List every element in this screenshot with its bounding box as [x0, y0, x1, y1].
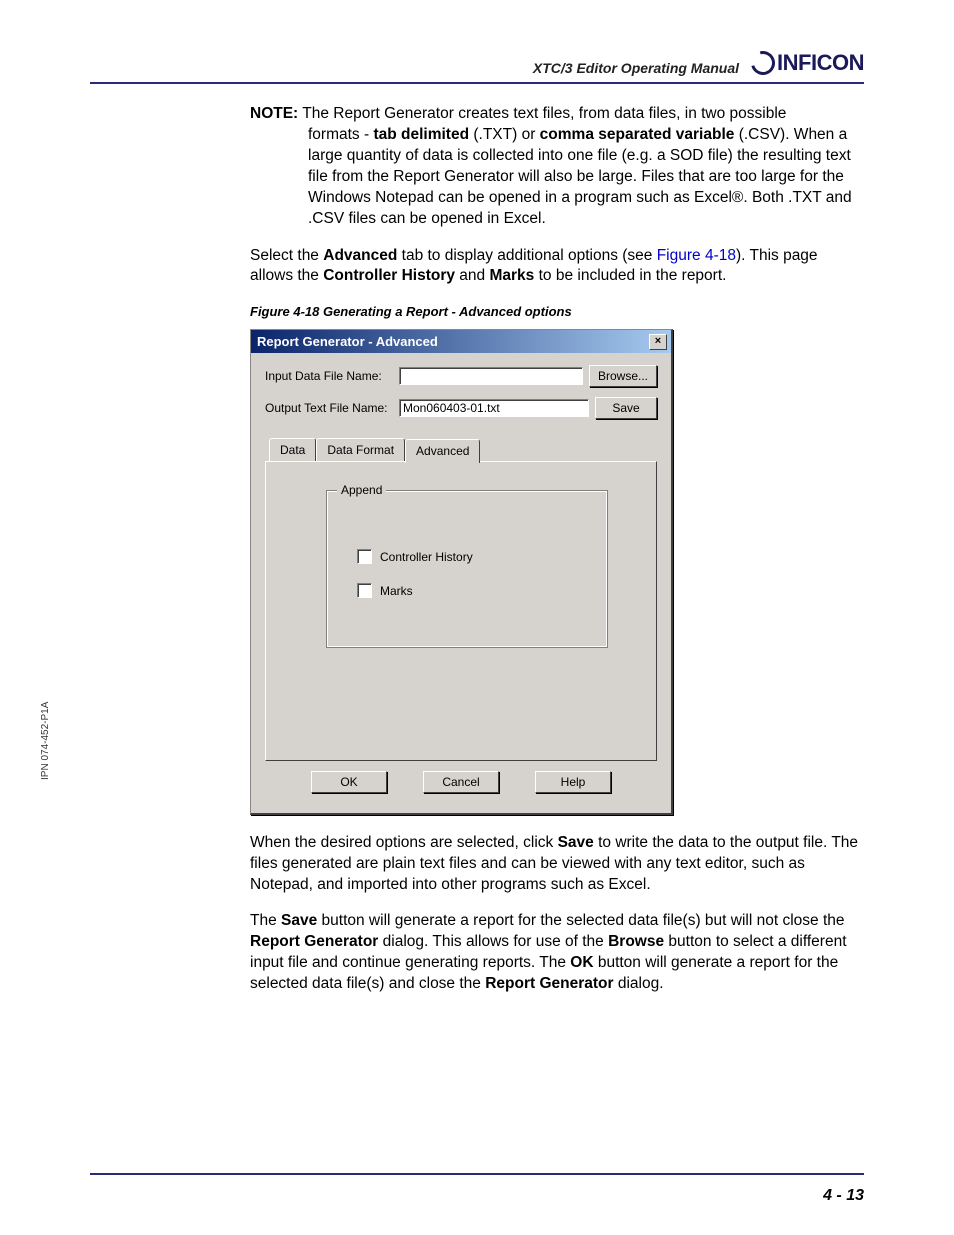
close-icon[interactable]: ×	[649, 334, 667, 350]
tab-data[interactable]: Data	[269, 438, 316, 461]
logo-swirl-icon	[747, 47, 780, 80]
browse-button[interactable]: Browse...	[589, 365, 657, 387]
tab-data-format[interactable]: Data Format	[316, 438, 405, 461]
text: to be included in the report.	[534, 267, 726, 284]
bold: Browse	[608, 933, 664, 950]
marks-label: Marks	[380, 583, 413, 599]
paragraph-save-ok: The Save button will generate a report f…	[250, 911, 864, 995]
tab-strip: Data Data Format Advanced	[269, 437, 657, 460]
bold-advanced: Advanced	[323, 247, 397, 264]
dialog-title: Report Generator - Advanced	[257, 333, 438, 351]
input-file-field[interactable]	[399, 367, 583, 385]
report-generator-dialog: Report Generator - Advanced × Input Data…	[250, 329, 673, 815]
bold: Report Generator	[250, 933, 378, 950]
text: The	[250, 912, 281, 929]
input-file-label: Input Data File Name:	[265, 368, 393, 384]
output-file-field[interactable]	[399, 399, 589, 417]
ok-button[interactable]: OK	[311, 771, 387, 793]
bold: Save	[281, 912, 317, 929]
figure-link[interactable]: Figure 4-18	[657, 247, 736, 264]
text: and	[455, 267, 489, 284]
groupbox-title: Append	[337, 482, 386, 498]
footer-rule	[90, 1173, 864, 1175]
note-block: NOTE: The Report Generator creates text …	[250, 104, 864, 230]
help-button[interactable]: Help	[535, 771, 611, 793]
paragraph-save-output: When the desired options are selected, c…	[250, 833, 864, 896]
tab-advanced[interactable]: Advanced	[405, 439, 480, 462]
note-bold-tab: tab delimited	[373, 126, 469, 143]
save-button[interactable]: Save	[595, 397, 657, 419]
text: dialog.	[614, 975, 664, 992]
bold-marks: Marks	[489, 267, 534, 284]
note-text: formats -	[308, 126, 373, 143]
manual-title: XTC/3 Editor Operating Manual	[533, 60, 739, 76]
note-bold-csv: comma separated variable	[540, 126, 735, 143]
page-header: XTC/3 Editor Operating Manual INFICON	[90, 50, 864, 84]
text: dialog. This allows for use of the	[378, 933, 608, 950]
ipn-side-text: IPN 074-452-P1A	[40, 702, 51, 780]
paragraph-advanced-tab: Select the Advanced tab to display addit…	[250, 246, 864, 288]
bold: OK	[570, 954, 593, 971]
note-label: NOTE:	[250, 105, 298, 122]
bold-save: Save	[558, 834, 594, 851]
brand-logo: INFICON	[751, 50, 864, 76]
tab-panel-advanced: Append Controller History Marks	[265, 461, 657, 761]
marks-checkbox[interactable]	[357, 583, 372, 598]
controller-history-label: Controller History	[380, 549, 473, 565]
bold-controller-history: Controller History	[323, 267, 455, 284]
page-number: 4 - 13	[823, 1187, 864, 1205]
note-line1: The Report Generator creates text files,…	[302, 105, 786, 122]
text: tab to display additional options (see	[397, 247, 656, 264]
cancel-button[interactable]: Cancel	[423, 771, 499, 793]
output-file-label: Output Text File Name:	[265, 400, 393, 416]
append-groupbox: Append Controller History Marks	[326, 490, 608, 648]
controller-history-checkbox[interactable]	[357, 549, 372, 564]
text: button will generate a report for the se…	[317, 912, 844, 929]
note-text: (.TXT) or	[469, 126, 540, 143]
bold: Report Generator	[485, 975, 613, 992]
figure-caption: Figure 4-18 Generating a Report - Advanc…	[250, 303, 864, 321]
text: Select the	[250, 247, 323, 264]
dialog-titlebar: Report Generator - Advanced ×	[251, 330, 671, 354]
text: When the desired options are selected, c…	[250, 834, 558, 851]
brand-text: INFICON	[777, 50, 864, 76]
